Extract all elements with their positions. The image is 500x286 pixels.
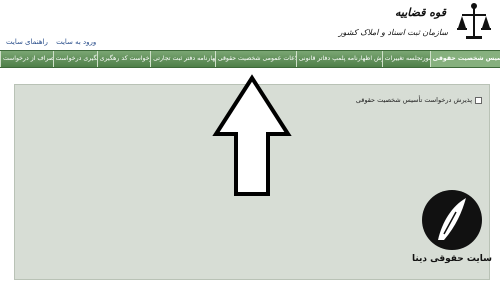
up-arrow-icon (212, 74, 292, 196)
organization-logo: قوه قضاییه سازمان ثبت اسناد و املاک کشور (339, 2, 494, 46)
site-header: قوه قضاییه سازمان ثبت اسناد و املاک کشور… (0, 0, 500, 50)
main-navigation: تأسیس شخصیت حقوقی صورتجلسه تغییرات پذیرش… (0, 50, 500, 68)
tab-establish-legal-entity[interactable]: تأسیس شخصیت حقوقی (429, 51, 500, 67)
accept-request-label: پذیرش درخواست تأسیس شخصیت حقوقی (355, 96, 472, 104)
tab-track-request[interactable]: پیگیری درخواست (52, 51, 97, 67)
accept-request-checkbox[interactable] (475, 96, 482, 104)
quill-logo-icon (422, 190, 482, 250)
judiciary-emblem-icon (457, 3, 491, 39)
tab-change-minutes[interactable]: صورتجلسه تغییرات (381, 51, 430, 67)
watermark: سایت حقوقی دینا (408, 186, 496, 282)
tab-commercial-book-declaration[interactable]: اظهارنامه دفتر ثبت تجارتی (150, 51, 215, 67)
accept-request-option[interactable]: پذیرش درخواست تأسیس شخصیت حقوقی (356, 96, 482, 104)
tab-cancel-request[interactable]: انصراف از درخواست (0, 51, 53, 67)
login-link[interactable]: ورود به سایت (56, 38, 96, 46)
top-links: ورود به سایت راهنمای سایت (6, 38, 102, 46)
watermark-text: سایت حقوقی دینا (411, 254, 493, 264)
tab-book-seal-declaration[interactable]: پذیرش اظهارنامه پلمپ دفاتر قانونی (295, 51, 382, 67)
logo-subtitle: سازمان ثبت اسناد و املاک کشور (338, 28, 448, 37)
logo-title: قوه قضاییه (395, 6, 446, 19)
tab-entity-general-info[interactable]: اطلاعات عمومی شخصیت حقوقی (214, 51, 296, 67)
tab-tracking-code-request[interactable]: درخواست کد رهگیری (96, 51, 151, 67)
help-link[interactable]: راهنمای سایت (6, 38, 48, 46)
